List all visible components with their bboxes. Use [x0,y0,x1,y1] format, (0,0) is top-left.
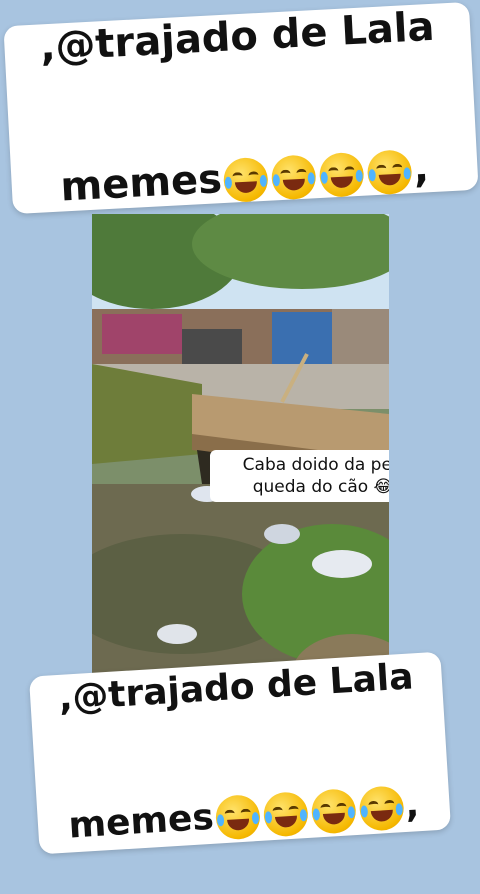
bottom-banner-memes-word: memes [67,796,215,847]
bottom-banner-suffix: , [404,783,421,826]
top-banner-suffix: , [412,145,430,193]
top-banner-line2: memes, [44,98,443,213]
bottom-banner-line2: memes, [63,741,423,849]
face-with-tears-of-joy-icon [366,149,413,196]
bottom-watermark-banner: ,@trajado de Lala memes, [28,651,452,855]
bottom-banner-line1: ,@trajado de Lala [57,656,415,720]
face-with-tears-of-joy-icon [262,790,309,838]
face-with-tears-of-joy-icon [310,787,357,835]
top-watermark-banner: ,@trajado de Lala memes, [3,1,479,215]
video-caption: Caba doido da peste, queda do cão 😂😂 [210,450,389,503]
top-banner-memes-word: memes [59,156,224,211]
face-with-tears-of-joy-icon [214,793,261,841]
face-with-tears-of-joy-icon [358,784,405,832]
face-with-tears-of-joy-icon [222,156,270,204]
face-with-tears-of-joy-icon [270,154,317,201]
top-banner-line1: ,@trajado de Lala [39,3,436,71]
bottom-banner-text: ,@trajado de Lala memes, [55,614,425,892]
face-with-tears-of-joy-icon [318,151,365,199]
